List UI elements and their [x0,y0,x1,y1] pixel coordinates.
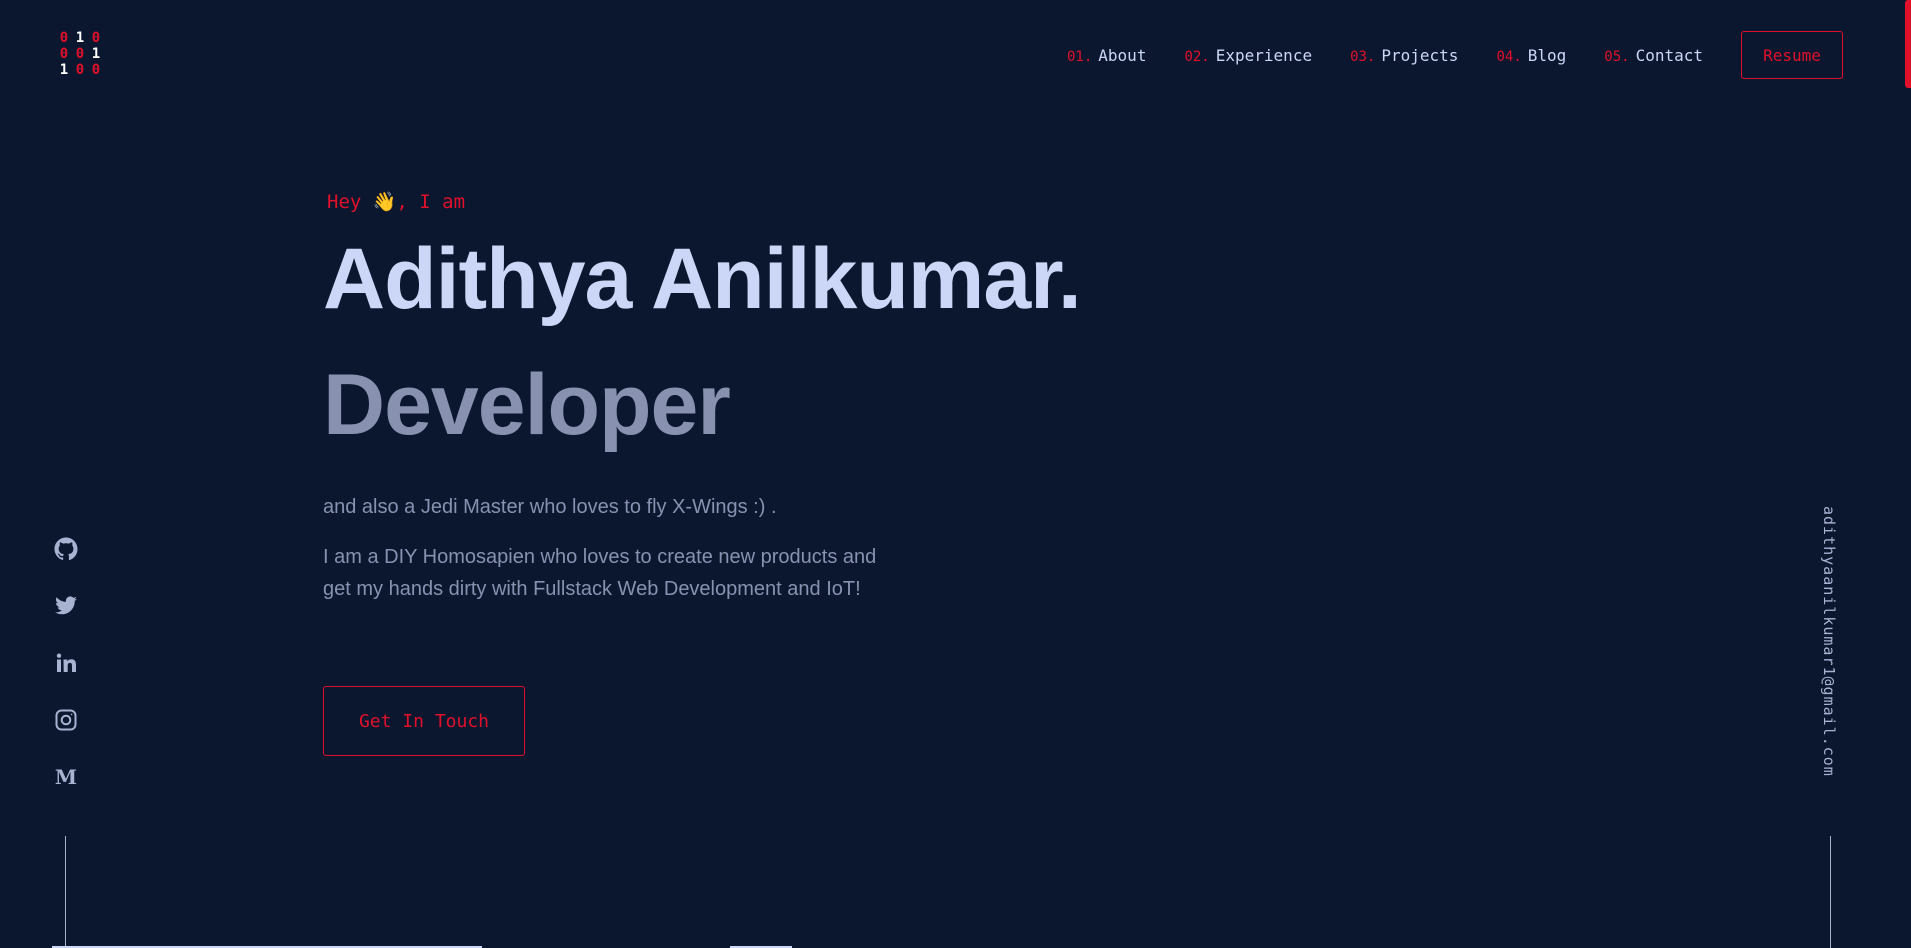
nav-item-label: Contact [1635,45,1703,65]
logo-digit: 1 [59,62,69,78]
nav-item-number: 04. [1496,48,1522,65]
resume-button[interactable]: Resume [1741,31,1843,79]
hero-greeting: Hey 👋, I am [327,191,466,213]
scrollbar-thumb[interactable] [1905,0,1911,88]
nav-item-number: 05. [1604,48,1630,65]
nav-item-number: 02. [1184,48,1210,65]
email-link[interactable]: adithyaanilkumar1@gmail.com [1820,506,1838,777]
logo-digit: 1 [75,30,85,46]
nav-item-experience[interactable]: 02. Experience [1184,46,1312,65]
logo-digit: 0 [91,30,101,46]
logo-digit: 0 [59,30,69,46]
site-logo[interactable]: 0 1 0 0 0 1 1 0 0 [56,30,104,80]
logo-digit: 0 [91,62,101,78]
logo-digit: 0 [75,46,85,62]
github-icon[interactable] [52,535,80,563]
nav-item-contact[interactable]: 05. Contact [1604,46,1703,65]
hero-tagline: and also a Jedi Master who loves to fly … [323,496,777,518]
nav-item-blog[interactable]: 04. Blog [1496,46,1566,65]
nav-item-label: Projects [1381,45,1459,65]
nav-item-label: Experience [1215,45,1313,65]
social-links: M [52,535,80,820]
hero-description-line: I am a DIY Homosapien who loves to creat… [323,546,877,568]
twitter-icon[interactable] [52,592,80,620]
hero-description: I am a DIY Homosapien who loves to creat… [323,541,943,605]
logo-digit: 0 [75,62,85,78]
nav-item-number: 03. [1350,48,1376,65]
nav-item-projects[interactable]: 03. Projects [1350,46,1458,65]
medium-icon[interactable]: M [52,763,80,791]
main-nav: 01. About 02. Experience 03. Projects 04. Bl… [1067,0,1843,110]
svg-text:M: M [55,765,77,789]
hero-section: Hey 👋, I am Adithya Anilkumar. Developer… [323,180,1223,605]
nav-item-number: 01. [1066,48,1093,65]
nav-item-label: About [1098,45,1147,65]
logo-digit: 0 [59,46,69,62]
nav-item-about[interactable]: 01. About [1067,46,1146,65]
instagram-icon[interactable] [52,706,80,734]
linkedin-icon[interactable] [52,649,80,677]
logo-digit: 1 [91,46,101,62]
left-divider-line [65,836,66,948]
hero-name: Adithya Anilkumar. [323,231,1082,327]
get-in-touch-button[interactable]: Get In Touch [323,686,525,756]
nav-item-label: Blog [1527,45,1567,65]
hero-role: Developer [323,357,731,453]
hero-description-line: get my hands dirty with Fullstack Web De… [323,578,861,600]
right-divider-line [1830,836,1831,948]
